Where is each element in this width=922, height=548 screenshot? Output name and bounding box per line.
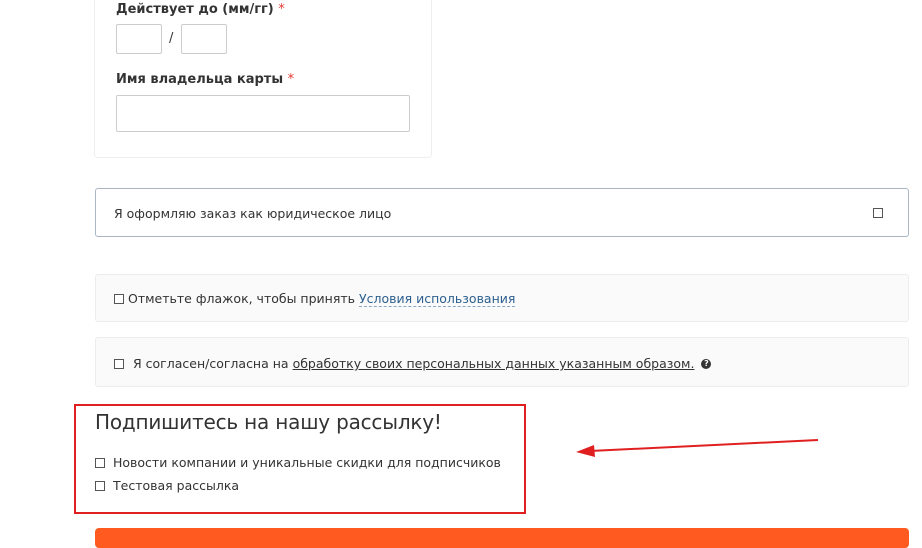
legal-entity-checkbox[interactable] xyxy=(873,208,883,218)
expiry-month-input[interactable] xyxy=(116,24,162,54)
newsletter-item-label: Тестовая рассылка xyxy=(113,478,240,493)
required-marker: * xyxy=(278,2,285,17)
consent-checkbox[interactable] xyxy=(114,358,124,369)
legal-entity-label: Я оформляю заказ как юридическое лицо xyxy=(114,206,392,221)
question-circle-icon[interactable]: ? xyxy=(701,358,712,369)
card-holder-input[interactable] xyxy=(116,95,410,132)
newsletter-checkbox[interactable] xyxy=(95,480,105,491)
newsletter-item[interactable]: Тестовая рассылка xyxy=(95,478,239,493)
terms-text: Отметьте флажок, чтобы принять xyxy=(127,291,355,306)
terms-link[interactable]: Условия использования xyxy=(358,291,516,307)
expiry-separator: / xyxy=(169,31,174,46)
annotation-arrow-icon xyxy=(576,439,819,457)
required-marker: * xyxy=(287,72,295,87)
consent-link[interactable]: обработку своих персональных данных указ… xyxy=(293,356,695,371)
consent-text: Я согласен/согласна на xyxy=(132,356,289,371)
terms-row: Отметьте флажок, чтобы принять Условия и… xyxy=(114,291,516,307)
card-holder-label-text: Имя владельца карты xyxy=(116,72,284,87)
consent-panel: Я согласен/согласна на обработку своих п… xyxy=(95,337,909,387)
terms-checkbox[interactable] xyxy=(114,293,124,304)
expiry-label: Действует до (мм/гг) * xyxy=(116,2,285,17)
submit-order-button[interactable] xyxy=(95,528,909,548)
consent-row: Я согласен/согласна на обработку своих п… xyxy=(114,356,712,371)
legal-entity-panel[interactable]: Я оформляю заказ как юридическое лицо xyxy=(95,188,909,237)
expiry-label-text: Действует до (мм/гг) xyxy=(116,2,274,17)
newsletter-title: Подпишитесь на нашу рассылку! xyxy=(95,410,442,434)
newsletter-item-label: Новости компании и уникальные скидки для… xyxy=(113,455,501,470)
newsletter-item[interactable]: Новости компании и уникальные скидки для… xyxy=(95,455,501,470)
terms-panel: Отметьте флажок, чтобы принять Условия и… xyxy=(95,274,909,322)
newsletter-checkbox[interactable] xyxy=(95,457,105,468)
card-holder-label: Имя владельца карты * xyxy=(116,72,294,87)
expiry-year-input[interactable] xyxy=(181,24,227,54)
